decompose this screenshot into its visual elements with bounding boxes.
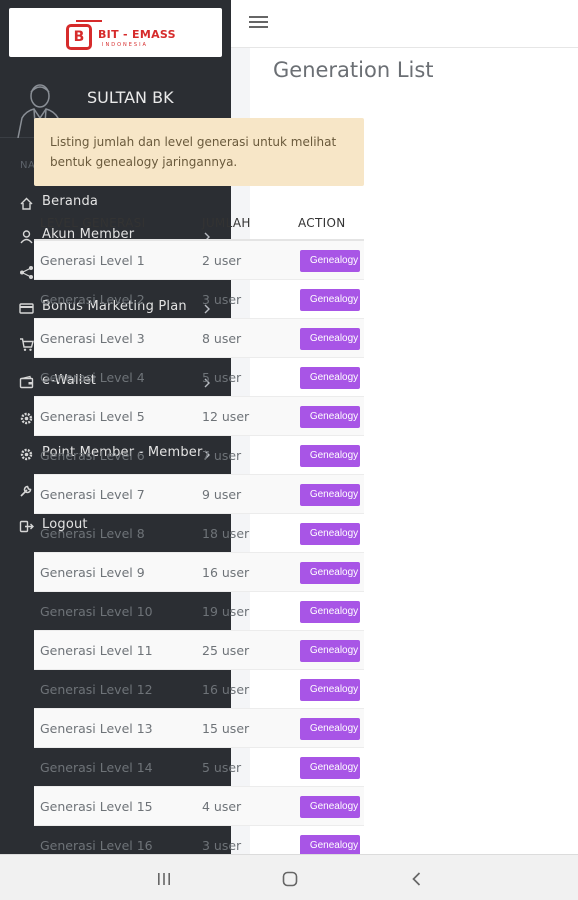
level-cell: Generasi Level 2: [40, 292, 145, 307]
column-header-count: JUMLAH: [202, 216, 251, 230]
genealogy-button[interactable]: Genealogy: [300, 289, 360, 311]
logout-icon: [19, 520, 34, 533]
table-row: Generasi Level 6 7 user Genealogy: [34, 436, 364, 475]
genealogy-button[interactable]: Genealogy: [300, 796, 360, 818]
count-cell: 5 user: [202, 760, 242, 775]
wrench-icon: [20, 485, 32, 497]
count-cell: 15 user: [202, 721, 250, 736]
genealogy-button[interactable]: Genealogy: [300, 640, 360, 662]
table-row: Generasi Level 12 16 user Genealogy: [34, 670, 364, 709]
table-row: Generasi Level 4 5 user Genealogy: [34, 358, 364, 397]
count-cell: 12 user: [202, 409, 250, 424]
user-icon: [20, 230, 33, 244]
count-cell: 7 user: [202, 448, 242, 463]
logo[interactable]: B BIT - EMASS INDONESIA: [9, 8, 222, 57]
count-cell: 4 user: [202, 799, 242, 814]
table-row: Generasi Level 8 18 user Genealogy: [34, 514, 364, 553]
level-cell: Generasi Level 12: [40, 682, 153, 697]
count-cell: 2 user: [202, 253, 242, 268]
table-header: LEVEL GENERASI JUMLAH ACTION: [34, 204, 364, 241]
count-cell: 3 user: [202, 292, 242, 307]
table-row: Generasi Level 10 19 user Genealogy: [34, 592, 364, 631]
level-cell: Generasi Level 16: [40, 838, 153, 853]
level-cell: Generasi Level 13: [40, 721, 153, 736]
table-row: Generasi Level 9 16 user Genealogy: [34, 553, 364, 592]
genealogy-button[interactable]: Genealogy: [300, 718, 360, 740]
table-row: Generasi Level 14 5 user Genealogy: [34, 748, 364, 787]
info-alert: Listing jumlah dan level generasi untuk …: [34, 118, 364, 186]
hamburger-menu-icon[interactable]: [249, 14, 268, 30]
gear-icon: [20, 412, 33, 425]
level-cell: Generasi Level 10: [40, 604, 153, 619]
genealogy-button[interactable]: Genealogy: [300, 523, 360, 545]
recent-apps-icon[interactable]: [155, 870, 173, 888]
level-cell: Generasi Level 6: [40, 448, 145, 463]
cart-icon: [20, 338, 34, 351]
count-cell: 19 user: [202, 604, 250, 619]
count-cell: 18 user: [202, 526, 250, 541]
home-icon: [20, 197, 33, 210]
level-cell: Generasi Level 8: [40, 526, 145, 541]
table-row: Generasi Level 7 9 user Genealogy: [34, 475, 364, 514]
home-button-icon[interactable]: [281, 870, 299, 888]
crown-icon: [76, 14, 102, 22]
table-row: Generasi Level 1 2 user Genealogy: [34, 241, 364, 280]
genealogy-button[interactable]: Genealogy: [300, 328, 360, 350]
wallet-icon: [19, 375, 34, 389]
count-cell: 9 user: [202, 487, 242, 502]
genealogy-button[interactable]: Genealogy: [300, 367, 360, 389]
genealogy-button[interactable]: Genealogy: [300, 406, 360, 428]
genealogy-button[interactable]: Genealogy: [300, 679, 360, 701]
genealogy-button[interactable]: Genealogy: [300, 484, 360, 506]
gear-icon: [20, 448, 33, 461]
count-cell: 3 user: [202, 838, 242, 853]
page-title: Generation List: [273, 58, 434, 82]
genealogy-button[interactable]: Genealogy: [300, 562, 360, 584]
level-cell: Generasi Level 15: [40, 799, 153, 814]
count-cell: 5 user: [202, 370, 242, 385]
count-cell: 8 user: [202, 331, 242, 346]
user-name: SULTAN BK: [87, 88, 174, 107]
genealogy-button[interactable]: Genealogy: [300, 445, 360, 467]
table-row: Generasi Level 5 12 user Genealogy: [34, 397, 364, 436]
table-row: Generasi Level 2 3 user Genealogy: [34, 280, 364, 319]
level-cell: Generasi Level 9: [40, 565, 145, 580]
genealogy-button[interactable]: Genealogy: [300, 250, 360, 272]
logo-text: BIT - EMASS: [98, 28, 176, 41]
back-icon[interactable]: [408, 870, 426, 888]
column-header-level: LEVEL GENERASI: [40, 216, 146, 230]
level-cell: Generasi Level 5: [40, 409, 145, 424]
table-row: Generasi Level 15 4 user Genealogy: [34, 787, 364, 826]
logo-mark: B: [66, 24, 92, 50]
level-cell: Generasi Level 11: [40, 643, 153, 658]
topbar: [231, 0, 578, 48]
level-cell: Generasi Level 3: [40, 331, 145, 346]
count-cell: 16 user: [202, 565, 250, 580]
count-cell: 16 user: [202, 682, 250, 697]
table-row: Generasi Level 3 8 user Genealogy: [34, 319, 364, 358]
table-row: Generasi Level 13 15 user Genealogy: [34, 709, 364, 748]
system-navigation-bar: [0, 854, 578, 900]
genealogy-button[interactable]: Genealogy: [300, 601, 360, 623]
alert-text-line2: bentuk genealogy jaringannya.: [50, 155, 238, 169]
count-cell: 25 user: [202, 643, 250, 658]
table-row: Generasi Level 11 25 user Genealogy: [34, 631, 364, 670]
level-cell: Generasi Level 14: [40, 760, 153, 775]
share-icon: [20, 266, 33, 279]
level-cell: Generasi Level 4: [40, 370, 145, 385]
logo-subtext: INDONESIA: [102, 42, 148, 48]
credit-card-icon: [19, 303, 34, 314]
level-cell: Generasi Level 1: [40, 253, 145, 268]
genealogy-button[interactable]: Genealogy: [300, 757, 360, 779]
alert-text-line1: Listing jumlah dan level generasi untuk …: [50, 135, 337, 149]
column-header-action: ACTION: [298, 216, 346, 230]
level-cell: Generasi Level 7: [40, 487, 145, 502]
